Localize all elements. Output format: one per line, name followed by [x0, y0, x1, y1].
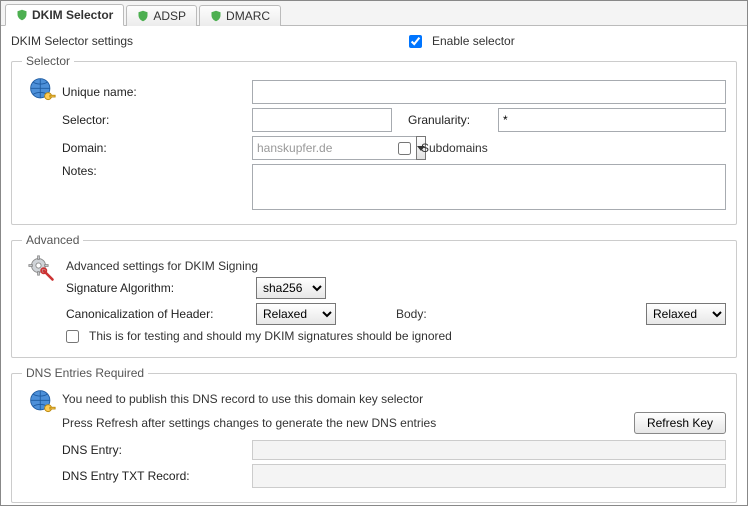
testing-label: This is for testing and should my DKIM s…: [89, 329, 452, 343]
globe-key-icon: [28, 76, 56, 104]
selector-group: Selector Unique name: Selector: G: [11, 54, 737, 225]
body-label: Body:: [396, 307, 456, 321]
unique-name-input[interactable]: [252, 80, 726, 104]
shield-green-icon: [16, 9, 28, 21]
canon-header-label: Canonicalization of Header:: [66, 307, 256, 321]
notes-textarea[interactable]: [252, 164, 726, 210]
granularity-input[interactable]: [498, 108, 726, 132]
dns-group: DNS Entries Required You need to publish…: [11, 366, 737, 503]
subdomains-field[interactable]: Subdomains: [398, 141, 488, 155]
dns-txt-label: DNS Entry TXT Record:: [62, 469, 252, 483]
advanced-intro: Advanced settings for DKIM Signing: [66, 259, 258, 273]
domain-combo[interactable]: [252, 136, 382, 160]
tab-label: ADSP: [153, 9, 186, 23]
unique-name-label: Unique name:: [62, 85, 252, 99]
notes-label: Notes:: [62, 164, 252, 178]
tab-dmarc[interactable]: DMARC: [199, 5, 281, 26]
domain-label: Domain:: [62, 141, 252, 155]
dns-txt-value: [252, 464, 726, 488]
canon-header-select[interactable]: Relaxed: [256, 303, 336, 325]
advanced-group: Advanced Advanced settings for DKIM Sign…: [11, 233, 737, 358]
tab-adsp[interactable]: ADSP: [126, 5, 197, 26]
enable-selector-field[interactable]: Enable selector: [409, 34, 515, 48]
domain-input[interactable]: [252, 136, 416, 160]
tab-dkim-selector[interactable]: DKIM Selector: [5, 4, 124, 26]
granularity-label: Granularity:: [408, 113, 498, 127]
enable-selector-label: Enable selector: [432, 34, 515, 48]
subdomains-checkbox[interactable]: [398, 142, 411, 155]
shield-green-icon: [210, 10, 222, 22]
selector-legend: Selector: [22, 54, 74, 68]
subdomains-label: Subdomains: [421, 141, 488, 155]
shield-green-icon: [137, 10, 149, 22]
globe-key-icon: [28, 388, 56, 416]
dns-entry-label: DNS Entry:: [62, 443, 252, 457]
sig-alg-label: Signature Algorithm:: [66, 281, 256, 295]
testing-checkbox[interactable]: [66, 330, 79, 343]
testing-field[interactable]: This is for testing and should my DKIM s…: [66, 329, 452, 343]
refresh-key-button[interactable]: Refresh Key: [634, 412, 726, 434]
dns-refresh-hint: Press Refresh after settings changes to …: [62, 416, 436, 430]
dns-legend: DNS Entries Required: [22, 366, 148, 380]
selector-label: Selector:: [62, 113, 252, 127]
tab-bar: DKIM Selector ADSP DMARC: [1, 1, 747, 26]
selector-input[interactable]: [252, 108, 392, 132]
tab-label: DMARC: [226, 9, 270, 23]
dns-entry-value: [252, 440, 726, 460]
settings-title: DKIM Selector settings: [11, 34, 409, 48]
tab-label: DKIM Selector: [32, 8, 113, 22]
gear-wrench-icon: [28, 255, 56, 283]
dns-intro: You need to publish this DNS record to u…: [62, 392, 423, 406]
canon-body-select[interactable]: Relaxed: [646, 303, 726, 325]
advanced-legend: Advanced: [22, 233, 83, 247]
sig-alg-select[interactable]: sha256: [256, 277, 326, 299]
enable-selector-checkbox[interactable]: [409, 35, 422, 48]
